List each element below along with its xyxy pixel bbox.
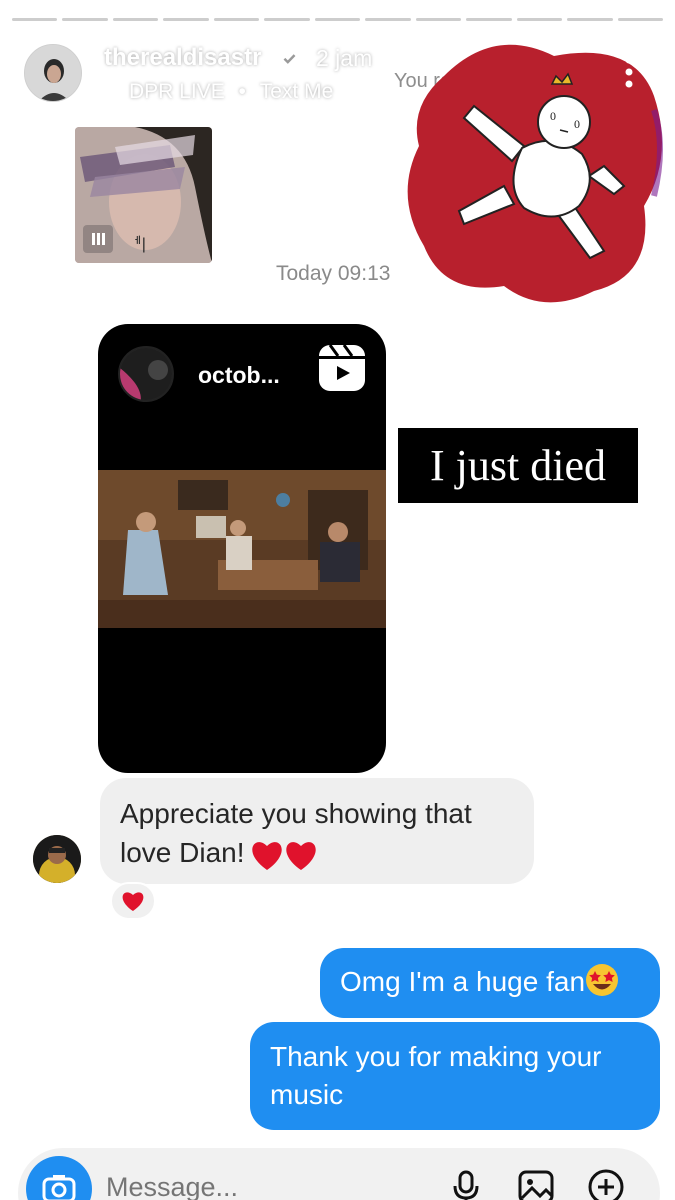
music-artist: DPR LIVE (129, 80, 225, 103)
shared-reel-card[interactable]: octob... (98, 324, 386, 773)
sent-message-bubble[interactable]: Thank you for making your music (250, 1022, 660, 1130)
image-icon[interactable] (516, 1166, 556, 1200)
progress-segment (314, 18, 361, 21)
microphone-icon[interactable] (446, 1166, 486, 1200)
received-message-bubble[interactable]: Appreciate you showing that love Dian! (100, 778, 534, 884)
progress-segment (365, 18, 411, 21)
svg-text:0: 0 (574, 117, 580, 131)
progress-segment (466, 18, 512, 21)
camera-icon (42, 1175, 76, 1200)
progress-segment (516, 18, 563, 21)
reels-icon (319, 344, 365, 391)
chat-timestamp: Today 09:13 (276, 262, 391, 285)
sent-message-bubble[interactable]: Omg I'm a huge fan (320, 948, 660, 1018)
progress-segment (112, 18, 159, 21)
progress-segment (264, 18, 310, 21)
progress-segment (415, 18, 462, 21)
more-vertical-icon[interactable] (612, 52, 646, 92)
progress-segment (617, 18, 664, 21)
message-composer (18, 1148, 660, 1200)
progress-segment (567, 18, 613, 21)
camera-button[interactable] (26, 1156, 92, 1200)
verified-badge-icon (278, 46, 301, 68)
reel-video-thumbnail (98, 470, 386, 628)
progress-segment (163, 18, 209, 21)
progress-segment (62, 18, 108, 21)
story-progress-bar (12, 18, 664, 21)
heart-reaction[interactable] (110, 882, 156, 920)
story-time: 2 jam (316, 45, 373, 71)
music-separator: • (232, 80, 252, 103)
reel-username: octob... (198, 362, 280, 388)
progress-segment (12, 18, 58, 21)
red-hearts-emoji (251, 841, 316, 870)
music-title: Text Me (259, 80, 334, 103)
story-author-avatar[interactable] (24, 44, 82, 102)
heart-icon (122, 892, 144, 911)
sender-avatar[interactable] (33, 835, 81, 883)
svg-text:0: 0 (550, 109, 556, 123)
progress-segment (213, 18, 260, 21)
star-struck-emoji (586, 964, 619, 996)
music-cover-art: ᅦ| (75, 127, 212, 263)
music-bars-icon (106, 85, 121, 99)
story-username[interactable]: therealdisastr (104, 44, 261, 72)
text-sticker-caption: I just died (398, 428, 638, 503)
sent-message-text: Omg I'm a huge fan (340, 966, 586, 997)
svg-text:ᅦ|: ᅦ| (127, 235, 146, 253)
reel-author-avatar (118, 346, 174, 402)
pause-icon[interactable] (83, 225, 113, 253)
instagram-story-screen: therealdisastr 2 jam DPR LIVE • Text Me … (0, 0, 675, 1200)
plus-circle-icon[interactable] (586, 1166, 626, 1200)
music-info[interactable]: DPR LIVE • Text Me (106, 80, 333, 104)
message-input[interactable] (106, 1172, 406, 1200)
